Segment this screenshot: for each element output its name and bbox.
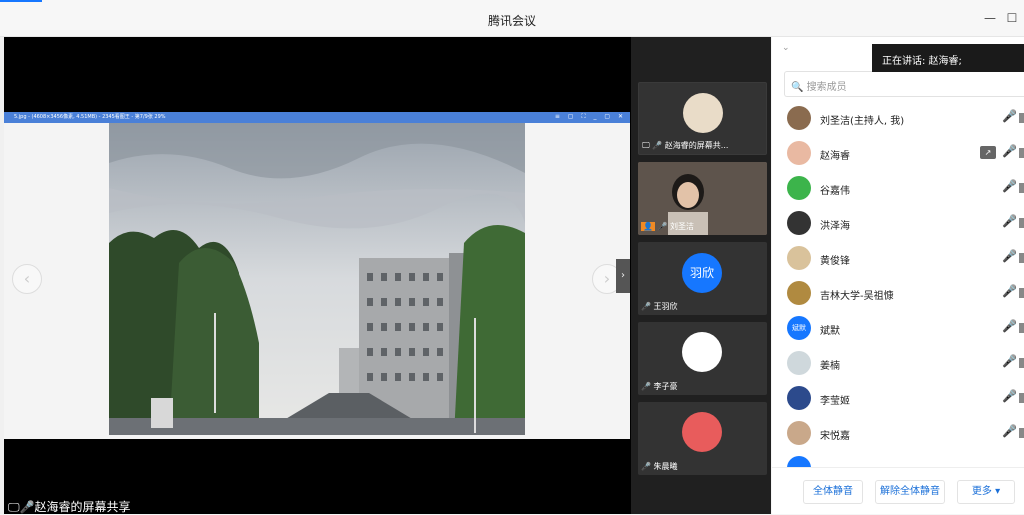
microphone-icon[interactable]: 🎤	[1002, 144, 1017, 162]
member-row[interactable]: 刘圣洁(主持人, 我) 🎤	[787, 104, 1024, 134]
video-tile[interactable]: 羽欣 🎤 王羽欣	[638, 242, 767, 315]
member-row[interactable]: 洪泽海 🎤	[787, 209, 1024, 239]
viewer-window-controls: ≡ ▢ ⛶ _ ▢ ✕	[554, 113, 626, 120]
member-name: 姜楠	[820, 361, 840, 372]
avatar	[787, 246, 811, 270]
member-row[interactable]: 宋悦嘉 🎤	[787, 419, 1024, 449]
member-name: 洪泽海	[820, 221, 850, 232]
microphone-muted-icon[interactable]: 🎤	[1002, 319, 1017, 337]
screen-share-label: 🖵🎤赵海睿的屏幕共享	[8, 500, 131, 514]
avatar	[787, 421, 811, 445]
member-name: 李莹姬	[820, 396, 850, 407]
member-name: 刘圣洁(主持人, 我)	[820, 116, 905, 127]
avatar	[787, 141, 811, 165]
member-name: 赵海睿	[820, 151, 850, 162]
camera-icon[interactable]	[1019, 323, 1024, 333]
member-name: 吉林大学-吴祖慷	[820, 291, 894, 302]
avatar	[787, 176, 811, 200]
avatar	[682, 332, 722, 372]
search-input[interactable]: 🔍 搜索成员	[784, 71, 1024, 97]
chevron-down-icon[interactable]: ⌄	[782, 43, 790, 53]
image-viewer-body: ‹ ›	[4, 123, 630, 439]
microphone-muted-icon: 🎤	[641, 302, 651, 311]
microphone-muted-icon[interactable]: 🎤	[1002, 249, 1017, 267]
member-row[interactable]: 斌默 斌默 🎤	[787, 314, 1024, 344]
meeting-main-area: 5.jpg - (4608×3456像素, 4.51MB) - 2345看图王 …	[4, 37, 771, 514]
avatar	[683, 93, 723, 133]
unmute-all-button[interactable]: 解除全体静音	[875, 480, 945, 504]
more-button[interactable]: 更多 ▾	[957, 480, 1015, 504]
video-tile[interactable]: 🎤 朱晨曦	[638, 402, 767, 475]
title-bar: 腾讯会议 — ☐	[0, 0, 1024, 37]
camera-icon[interactable]	[1019, 288, 1024, 298]
microphone-icon: 🎤	[652, 141, 663, 150]
screen-share-icon: 🖵	[642, 141, 650, 150]
camera-icon[interactable]	[1019, 148, 1024, 158]
host-icon: 👤	[641, 222, 655, 231]
shared-photo	[109, 123, 525, 435]
member-row[interactable]: 谷嘉伟 🎤	[787, 174, 1024, 204]
collapse-video-panel-button[interactable]: ›	[616, 259, 630, 293]
member-panel-footer: 全体静音 解除全体静音 更多 ▾	[772, 467, 1024, 514]
mute-all-button[interactable]: 全体静音	[803, 480, 863, 504]
avatar	[787, 106, 811, 130]
member-list-panel: ⌄ 🔍 搜索成员 刘圣洁(主持人, 我) 🎤 赵海睿 ↗ 🎤 谷嘉伟 🎤 洪泽海…	[772, 37, 1024, 514]
video-tile[interactable]: 🖵 🎤 赵海睿的屏幕共...	[638, 82, 767, 155]
microphone-muted-icon[interactable]: 🎤	[1002, 214, 1017, 232]
video-tile[interactable]: 🎤 李子豪	[638, 322, 767, 395]
avatar	[787, 351, 811, 375]
microphone-icon: 🎤	[657, 222, 668, 231]
screen-share-icon: ↗	[980, 146, 996, 159]
camera-icon[interactable]	[1019, 358, 1024, 368]
search-icon: 🔍	[791, 82, 804, 93]
maximize-button[interactable]: ☐	[1004, 10, 1020, 26]
avatar	[682, 412, 722, 452]
microphone-muted-icon: 🎤	[641, 382, 651, 391]
microphone-muted-icon[interactable]: 🎤	[1002, 424, 1017, 442]
avatar: 羽欣	[682, 253, 722, 293]
avatar: 斌默	[787, 316, 811, 340]
member-name: 宋悦嘉	[820, 431, 850, 442]
microphone-muted-icon[interactable]: 🎤	[1002, 179, 1017, 197]
camera-icon[interactable]	[1019, 183, 1024, 193]
prev-image-button[interactable]: ‹	[12, 264, 42, 294]
avatar	[787, 456, 811, 467]
avatar	[787, 281, 811, 305]
avatar	[787, 211, 811, 235]
member-row[interactable]: 赵海睿 ↗ 🎤	[787, 139, 1024, 169]
speaking-banner: 正在讲话: 赵海睿;	[872, 44, 1024, 72]
microphone-muted-icon: 🎤	[641, 462, 651, 471]
microphone-muted-icon[interactable]: 🎤	[1002, 389, 1017, 407]
avatar	[787, 386, 811, 410]
member-name: 斌默	[820, 326, 840, 337]
member-name: 谷嘉伟	[820, 186, 850, 197]
minimize-button[interactable]: —	[982, 10, 998, 26]
microphone-icon: 🎤	[19, 500, 35, 514]
screen-share-icon: 🖵	[8, 500, 20, 514]
tab-accent	[0, 0, 42, 2]
camera-icon[interactable]	[1019, 218, 1024, 228]
member-row[interactable]: 姜楠 🎤	[787, 349, 1024, 379]
member-row[interactable]: 黄俊锋 🎤	[787, 244, 1024, 274]
member-row[interactable]: 李莹姬 🎤	[787, 384, 1024, 414]
camera-icon[interactable]	[1019, 253, 1024, 263]
shared-screen[interactable]: 5.jpg - (4608×3456像素, 4.51MB) - 2345看图王 …	[4, 112, 630, 439]
camera-icon[interactable]	[1019, 113, 1024, 123]
camera-icon[interactable]	[1019, 428, 1024, 438]
video-tile[interactable]: 👤 🎤 刘圣洁	[638, 162, 767, 235]
window-title: 腾讯会议	[487, 14, 536, 28]
image-viewer-titlebar: 5.jpg - (4608×3456像素, 4.51MB) - 2345看图王 …	[4, 112, 630, 123]
video-tiles-panel: 🖵 🎤 赵海睿的屏幕共... 👤 🎤 刘圣洁 羽欣 🎤 王羽欣 🎤 李子豪 🎤 …	[631, 37, 771, 514]
member-row[interactable]	[787, 454, 1024, 467]
member-row[interactable]: 吉林大学-吴祖慷 🎤	[787, 279, 1024, 309]
member-name: 黄俊锋	[820, 256, 850, 267]
camera-icon[interactable]	[1019, 393, 1024, 403]
microphone-muted-icon[interactable]: 🎤	[1002, 284, 1017, 302]
viewer-file-title: 5.jpg - (4608×3456像素, 4.51MB) - 2345看图王 …	[14, 114, 166, 120]
microphone-icon[interactable]: 🎤	[1002, 109, 1017, 127]
microphone-muted-icon[interactable]: 🎤	[1002, 354, 1017, 372]
